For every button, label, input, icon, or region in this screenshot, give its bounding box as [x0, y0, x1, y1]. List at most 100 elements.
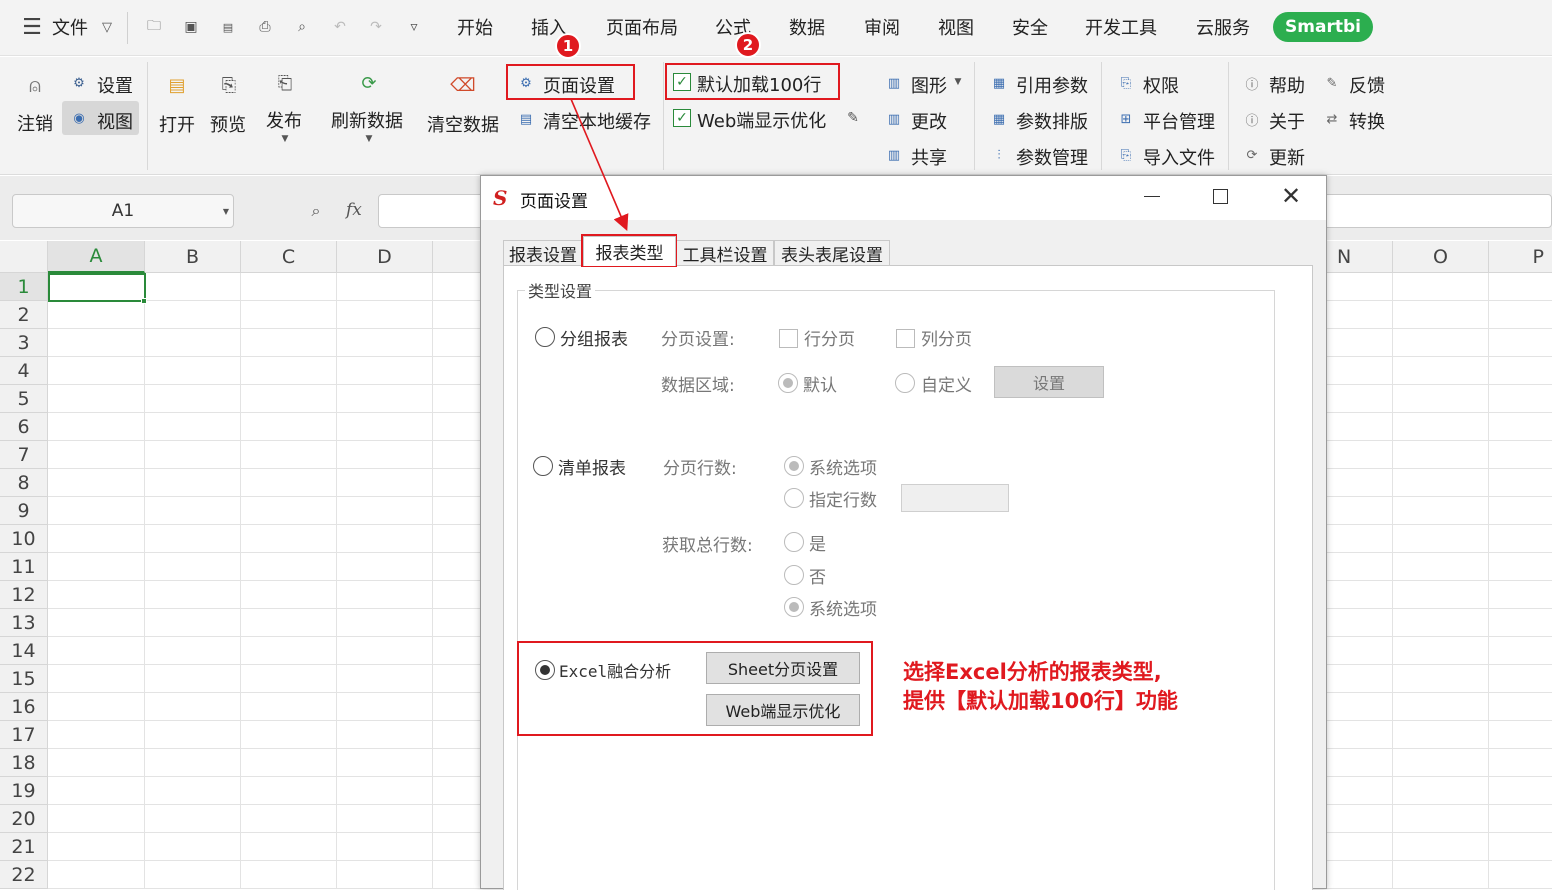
row-header[interactable]: 12 [0, 581, 48, 609]
open-folder-icon[interactable]: 🗀 [144, 16, 164, 38]
row-header[interactable]: 20 [0, 805, 48, 833]
hamburger-menu-icon[interactable]: ☰ [20, 15, 44, 40]
row-header[interactable]: 5 [0, 385, 48, 413]
ref-param-button[interactable]: 引用参数 [1016, 72, 1088, 98]
chevron-down-icon[interactable]: ▼ [278, 132, 292, 146]
fill-handle[interactable] [141, 298, 147, 304]
select-all-corner[interactable] [0, 241, 48, 273]
row-header[interactable]: 17 [0, 721, 48, 749]
chevron-down-icon[interactable]: ▼ [952, 76, 964, 88]
save-icon[interactable]: ▣ [181, 16, 201, 38]
row-header[interactable]: 4 [0, 357, 48, 385]
row-header[interactable]: 21 [0, 833, 48, 861]
custom-radio[interactable] [895, 373, 915, 393]
redo-icon[interactable]: ↷ [366, 16, 386, 38]
column-header-n[interactable]: N [1327, 241, 1393, 273]
set-button[interactable]: 设置 [994, 366, 1104, 398]
settings-button[interactable]: 设置 [97, 72, 133, 98]
web-optimize-checkbox[interactable]: ✓ [673, 109, 691, 127]
grouped-report-radio[interactable] [535, 327, 555, 347]
modify-button[interactable]: 更改 [911, 108, 947, 134]
tab-report-type[interactable]: 报表类型 [583, 236, 676, 266]
column-header-o[interactable]: O [1393, 241, 1489, 273]
active-cell-a1[interactable] [48, 273, 146, 302]
row-paging-checkbox[interactable] [779, 329, 798, 348]
row-header[interactable]: 13 [0, 609, 48, 637]
edit-pencil-icon[interactable]: ✎ [845, 110, 861, 126]
param-layout-button[interactable]: 参数排版 [1016, 108, 1088, 134]
row-header[interactable]: 22 [0, 861, 48, 889]
column-header-b[interactable]: B [145, 241, 241, 273]
column-header-a[interactable]: A [48, 241, 145, 273]
chevron-down-icon[interactable]: ▼ [220, 205, 232, 217]
zoom-icon[interactable]: ⌕ [306, 201, 326, 221]
row-header[interactable]: 1 [0, 273, 48, 301]
column-header-p[interactable]: P [1489, 241, 1552, 273]
row-header[interactable]: 14 [0, 637, 48, 665]
about-button[interactable]: 关于 [1269, 108, 1305, 134]
view-button[interactable]: 视图 [97, 108, 133, 134]
tab-toolbar-settings[interactable]: 工具栏设置 [676, 240, 774, 266]
menu-tab-developer[interactable]: 开发工具 [1085, 14, 1157, 40]
refresh-data-button[interactable]: 刷新数据 [331, 107, 403, 133]
clear-data-button[interactable]: 清空数据 [427, 111, 499, 137]
customize-toolbar-icon[interactable]: ▿ [404, 16, 424, 38]
convert-button[interactable]: 转换 [1349, 108, 1385, 134]
update-button[interactable]: 更新 [1269, 144, 1305, 170]
print-icon[interactable]: ⎙ [255, 16, 275, 38]
row-header[interactable]: 7 [0, 441, 48, 469]
tab-report-settings[interactable]: 报表设置 [503, 240, 583, 266]
platform-manage-button[interactable]: 平台管理 [1143, 108, 1215, 134]
minimize-icon[interactable] [1144, 196, 1160, 197]
row-header[interactable]: 2 [0, 301, 48, 329]
menu-tab-home[interactable]: 开始 [457, 14, 493, 40]
user-logout-icon[interactable]: ⍝ [22, 72, 48, 98]
row-header[interactable]: 18 [0, 749, 48, 777]
permission-button[interactable]: 权限 [1143, 72, 1179, 98]
close-icon[interactable]: ✕ [1281, 182, 1301, 210]
file-menu[interactable]: 文件 [52, 14, 88, 40]
chevron-down-icon[interactable]: ▼ [362, 132, 376, 146]
menu-tab-view[interactable]: 视图 [938, 14, 974, 40]
column-header-c[interactable]: C [241, 241, 337, 273]
no-radio[interactable] [784, 565, 804, 585]
tab-header-footer-settings[interactable]: 表头表尾设置 [774, 240, 890, 266]
import-file-button[interactable]: 导入文件 [1143, 144, 1215, 170]
list-report-radio[interactable] [533, 456, 553, 476]
logout-button[interactable]: 注销 [17, 110, 53, 136]
help-button[interactable]: 帮助 [1269, 72, 1305, 98]
row-header[interactable]: 6 [0, 413, 48, 441]
system-option2-radio[interactable] [784, 597, 804, 617]
chevron-down-icon[interactable]: ▽ [98, 16, 116, 38]
menu-tab-security[interactable]: 安全 [1012, 14, 1048, 40]
menu-tab-data[interactable]: 数据 [789, 14, 825, 40]
undo-icon[interactable]: ↶ [330, 16, 350, 38]
export-pdf-icon[interactable]: ▤ [218, 16, 238, 38]
row-header[interactable]: 10 [0, 525, 48, 553]
row-header[interactable]: 15 [0, 665, 48, 693]
row-header[interactable]: 19 [0, 777, 48, 805]
share-button[interactable]: 共享 [911, 144, 947, 170]
publish-button[interactable]: 发布 [266, 107, 302, 133]
param-manage-button[interactable]: 参数管理 [1016, 144, 1088, 170]
row-header[interactable]: 8 [0, 469, 48, 497]
system-option-radio[interactable] [784, 456, 804, 476]
row-header[interactable]: 16 [0, 693, 48, 721]
maximize-icon[interactable] [1213, 189, 1228, 204]
specified-rows-input[interactable] [901, 484, 1009, 512]
menu-tab-cloud[interactable]: 云服务 [1196, 14, 1250, 40]
feedback-button[interactable]: 反馈 [1349, 72, 1385, 98]
column-header-hidden[interactable] [433, 241, 481, 273]
name-box[interactable]: A1 [12, 194, 234, 228]
open-button[interactable]: 打开 [159, 111, 195, 137]
chart-button[interactable]: 图形 [911, 72, 947, 98]
row-header[interactable]: 11 [0, 553, 48, 581]
dialog-title-bar[interactable]: S 页面设置 ✕ [481, 176, 1326, 220]
menu-tab-page-layout[interactable]: 页面布局 [606, 14, 678, 40]
column-header-d[interactable]: D [337, 241, 433, 273]
yes-radio[interactable] [784, 532, 804, 552]
clear-cache-button[interactable]: 清空本地缓存 [543, 108, 651, 134]
menu-tab-review[interactable]: 审阅 [864, 14, 900, 40]
menu-tab-smartbi[interactable]: Smartbi [1273, 12, 1373, 42]
row-header[interactable]: 9 [0, 497, 48, 525]
